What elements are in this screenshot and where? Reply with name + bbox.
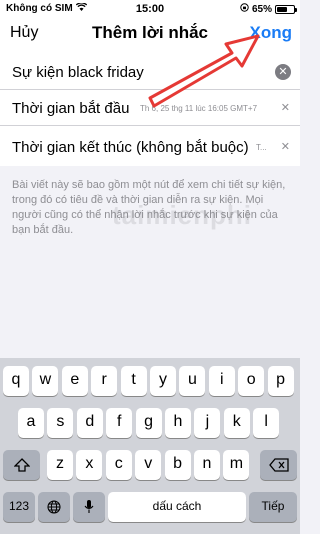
close-icon[interactable]: ✕ bbox=[281, 101, 290, 114]
orientation-lock-icon bbox=[240, 3, 249, 15]
start-time-value[interactable]: Th 6, 25 thg 11 lúc 16:05 GMT+7 bbox=[140, 104, 280, 113]
end-time-value[interactable]: T... bbox=[256, 143, 267, 152]
key-y[interactable]: y bbox=[150, 366, 176, 396]
key-m[interactable]: m bbox=[223, 450, 250, 480]
status-right: 65% bbox=[240, 3, 297, 15]
status-bar: Không có SIM 15:00 65% bbox=[0, 0, 300, 18]
keyboard-row-4: 123 dấu cách Tiếp bbox=[0, 492, 300, 522]
key-i[interactable]: i bbox=[208, 366, 235, 396]
end-time-label: Thời gian kết thúc (không bắt buộc) bbox=[12, 139, 249, 156]
key-o[interactable]: o bbox=[238, 366, 265, 396]
key-r[interactable]: r bbox=[91, 366, 118, 396]
start-time-row[interactable]: Thời gian bắt đầu Th 6, 25 thg 11 lúc 16… bbox=[0, 90, 300, 126]
keyboard: qwertyuiop asdfghjkl zxcvbnm 123 dấu các… bbox=[0, 358, 300, 534]
keyboard-row-1: qwertyuiop bbox=[0, 366, 300, 396]
keyboard-row-2: asdfghjkl bbox=[0, 408, 300, 438]
event-title-field[interactable]: Sự kiện black friday ✕ bbox=[0, 54, 300, 90]
shift-key[interactable] bbox=[3, 450, 40, 480]
backspace-key[interactable] bbox=[260, 450, 297, 480]
key-d[interactable]: d bbox=[76, 408, 103, 438]
clear-icon[interactable]: ✕ bbox=[275, 64, 291, 80]
battery-icon bbox=[275, 4, 297, 14]
event-title-input[interactable]: Sự kiện black friday bbox=[12, 64, 144, 81]
microphone-icon[interactable] bbox=[73, 492, 105, 522]
space-key[interactable]: dấu cách bbox=[108, 492, 246, 522]
key-a[interactable]: a bbox=[18, 408, 44, 438]
battery-fill bbox=[277, 6, 288, 12]
key-x[interactable]: x bbox=[76, 450, 103, 480]
key-s[interactable]: s bbox=[47, 408, 74, 438]
key-j[interactable]: j bbox=[194, 408, 221, 438]
key-w[interactable]: w bbox=[32, 366, 59, 396]
return-key[interactable]: Tiếp bbox=[249, 492, 297, 522]
key-h[interactable]: h bbox=[165, 408, 191, 438]
key-e[interactable]: e bbox=[61, 366, 88, 396]
key-t[interactable]: t bbox=[120, 366, 147, 396]
key-n[interactable]: n bbox=[194, 450, 220, 480]
close-icon[interactable]: ✕ bbox=[281, 140, 290, 153]
battery-percent: 65% bbox=[251, 3, 272, 15]
done-button[interactable]: Xong bbox=[250, 23, 293, 43]
numbers-key[interactable]: 123 bbox=[3, 492, 35, 522]
key-c[interactable]: c bbox=[105, 450, 132, 480]
globe-icon[interactable] bbox=[38, 492, 70, 522]
key-k[interactable]: k bbox=[223, 408, 250, 438]
end-time-row[interactable]: Thời gian kết thúc (không bắt buộc) T...… bbox=[0, 126, 300, 166]
keyboard-row-3: zxcvbnm bbox=[0, 450, 300, 480]
key-v[interactable]: v bbox=[135, 450, 162, 480]
key-u[interactable]: u bbox=[179, 366, 206, 396]
key-p[interactable]: p bbox=[267, 366, 294, 396]
key-f[interactable]: f bbox=[106, 408, 133, 438]
navigation-bar: Hủy Thêm lời nhắc Xong bbox=[0, 18, 300, 54]
key-l[interactable]: l bbox=[253, 408, 280, 438]
start-time-label: Thời gian bắt đầu bbox=[12, 100, 130, 117]
watermark: taimienphi bbox=[112, 200, 253, 230]
key-q[interactable]: q bbox=[3, 366, 29, 396]
key-g[interactable]: g bbox=[135, 408, 162, 438]
key-z[interactable]: z bbox=[47, 450, 73, 480]
key-b[interactable]: b bbox=[164, 450, 191, 480]
